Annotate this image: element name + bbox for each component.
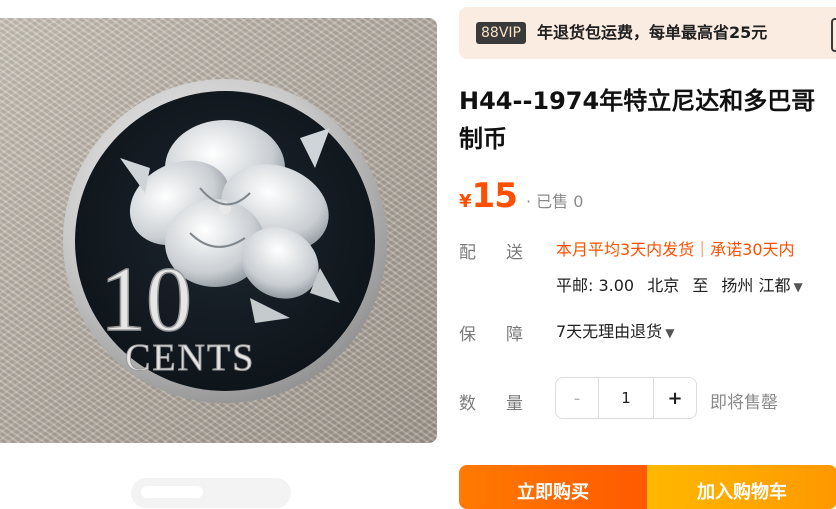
ship-to-word: 至 xyxy=(692,276,709,295)
quantity-input[interactable]: 1 xyxy=(598,378,654,418)
product-title: H44--1974年特立尼达和多巴哥 制币 xyxy=(459,82,836,162)
shipping-promise[interactable]: 本月平均3天内发货｜承诺30天内 xyxy=(556,236,795,260)
ship-from: 北京 xyxy=(647,276,680,295)
shipping-label: 配送 xyxy=(459,243,553,263)
coin-photo: 10 CENTS xyxy=(63,79,387,403)
guarantee-dropdown[interactable]: 7天无理由退货 ▼ xyxy=(556,318,674,342)
coin-denomination: 10 xyxy=(100,248,192,350)
add-to-cart-button[interactable]: 加入购物车 xyxy=(647,465,836,509)
product-title-line2: 制币 xyxy=(459,125,507,153)
vip-banner[interactable]: 88VIP 年退货包运费，每单最高省25元 xyxy=(459,7,836,59)
price-value: 15 xyxy=(471,176,518,216)
sold-count: · 已售 0 xyxy=(525,192,584,211)
postage-fee: 平邮: 3.00 xyxy=(556,276,635,295)
quantity-label: 数量 xyxy=(459,394,553,414)
stock-status: 即将售罄 xyxy=(710,393,778,413)
image-pager-active[interactable] xyxy=(141,486,203,498)
shipping-detail[interactable]: 平邮: 3.00 北京 至 扬州 江都 ▼ xyxy=(556,272,811,296)
vip-banner-edge xyxy=(831,18,836,52)
product-main-image[interactable]: 10 CENTS xyxy=(0,18,437,443)
image-pager[interactable] xyxy=(131,478,291,508)
vip-badge: 88VIP xyxy=(476,22,526,44)
quantity-increase-button[interactable]: + xyxy=(654,378,696,418)
coin-unit: CENTS xyxy=(125,337,255,379)
guarantee-text: 7天无理由退货 xyxy=(556,322,663,341)
chevron-down-icon: ▼ xyxy=(665,326,675,340)
product-title-line1: H44--1974年特立尼达和多巴哥 xyxy=(459,87,816,115)
price-row: ¥15 · 已售 0 xyxy=(459,176,583,216)
vip-banner-text: 年退货包运费，每单最高省25元 xyxy=(537,23,768,42)
quantity-decrease-button[interactable]: - xyxy=(556,378,598,418)
ship-destination: 扬州 江都 xyxy=(721,276,791,295)
currency-symbol: ¥ xyxy=(459,191,472,212)
guarantee-label: 保障 xyxy=(459,325,553,345)
buy-now-button[interactable]: 立即购买 xyxy=(459,465,647,509)
quantity-stepper[interactable]: - 1 + xyxy=(555,377,697,419)
chevron-down-icon: ▼ xyxy=(793,280,803,294)
